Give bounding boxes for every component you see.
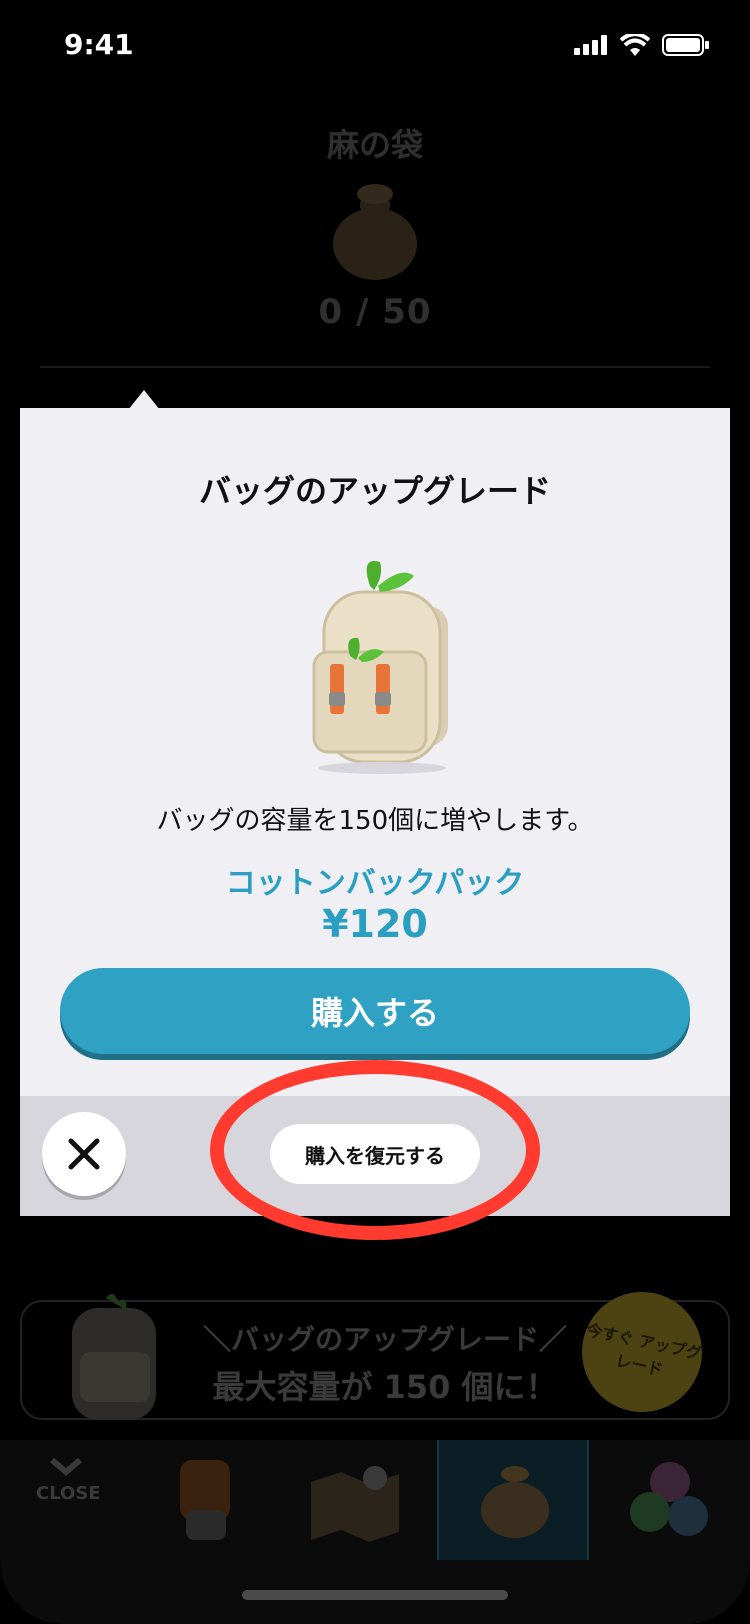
divider (40, 366, 710, 368)
bag-count: 0 / 50 (318, 292, 432, 332)
sack-tab-icon (481, 1466, 549, 1538)
battery-icon (662, 34, 709, 56)
chevron-down-icon (50, 1457, 82, 1476)
status-icons (574, 34, 710, 56)
tab-bag[interactable] (437, 1440, 589, 1560)
upgrade-promo-banner[interactable]: ＼バッグのアップグレード／ 最大容量が 150 個に！ 今すぐ アップグレード (20, 1280, 730, 1424)
home-indicator (242, 1590, 508, 1600)
upgrade-now-badge[interactable]: 今すぐ アップグレード (570, 1280, 714, 1424)
tab-map[interactable] (305, 1458, 405, 1548)
tab-close-label: CLOSE (36, 1483, 101, 1504)
modal-pointer (128, 390, 160, 410)
modal-description: バッグの容量を150個に増やします。 (156, 806, 594, 836)
sack-icon (333, 184, 417, 280)
backpack-thumbnail-icon (72, 1293, 156, 1420)
highlight-annotation (210, 1060, 540, 1240)
signal-icon (574, 35, 607, 55)
promo-headline: ＼バッグのアップグレード／ (202, 1323, 567, 1356)
product-name: コットンバックパック (225, 866, 525, 901)
product-price: ¥120 (322, 902, 428, 946)
cotton-backpack-icon (312, 561, 448, 774)
screen: 9:41 麻の袋 0 / 50 ＼バッグのアップグレード／ 最大容量が 150 … (0, 0, 750, 1624)
status-time: 9:41 (64, 28, 134, 61)
close-button[interactable] (42, 1112, 126, 1196)
buy-button[interactable]: 購入する (60, 968, 690, 1054)
tab-character[interactable] (160, 1450, 250, 1550)
modal-side-pointer (716, 1068, 730, 1092)
modal-title: バッグのアップグレード (198, 472, 551, 510)
tab-friends[interactable] (620, 1452, 720, 1552)
tab-close[interactable]: CLOSE (36, 1456, 101, 1504)
promo-subline: 最大容量が 150 個に！ (212, 1368, 558, 1406)
bag-title: 麻の袋 (326, 126, 423, 164)
wifi-icon (620, 34, 650, 56)
close-icon (68, 1138, 100, 1170)
